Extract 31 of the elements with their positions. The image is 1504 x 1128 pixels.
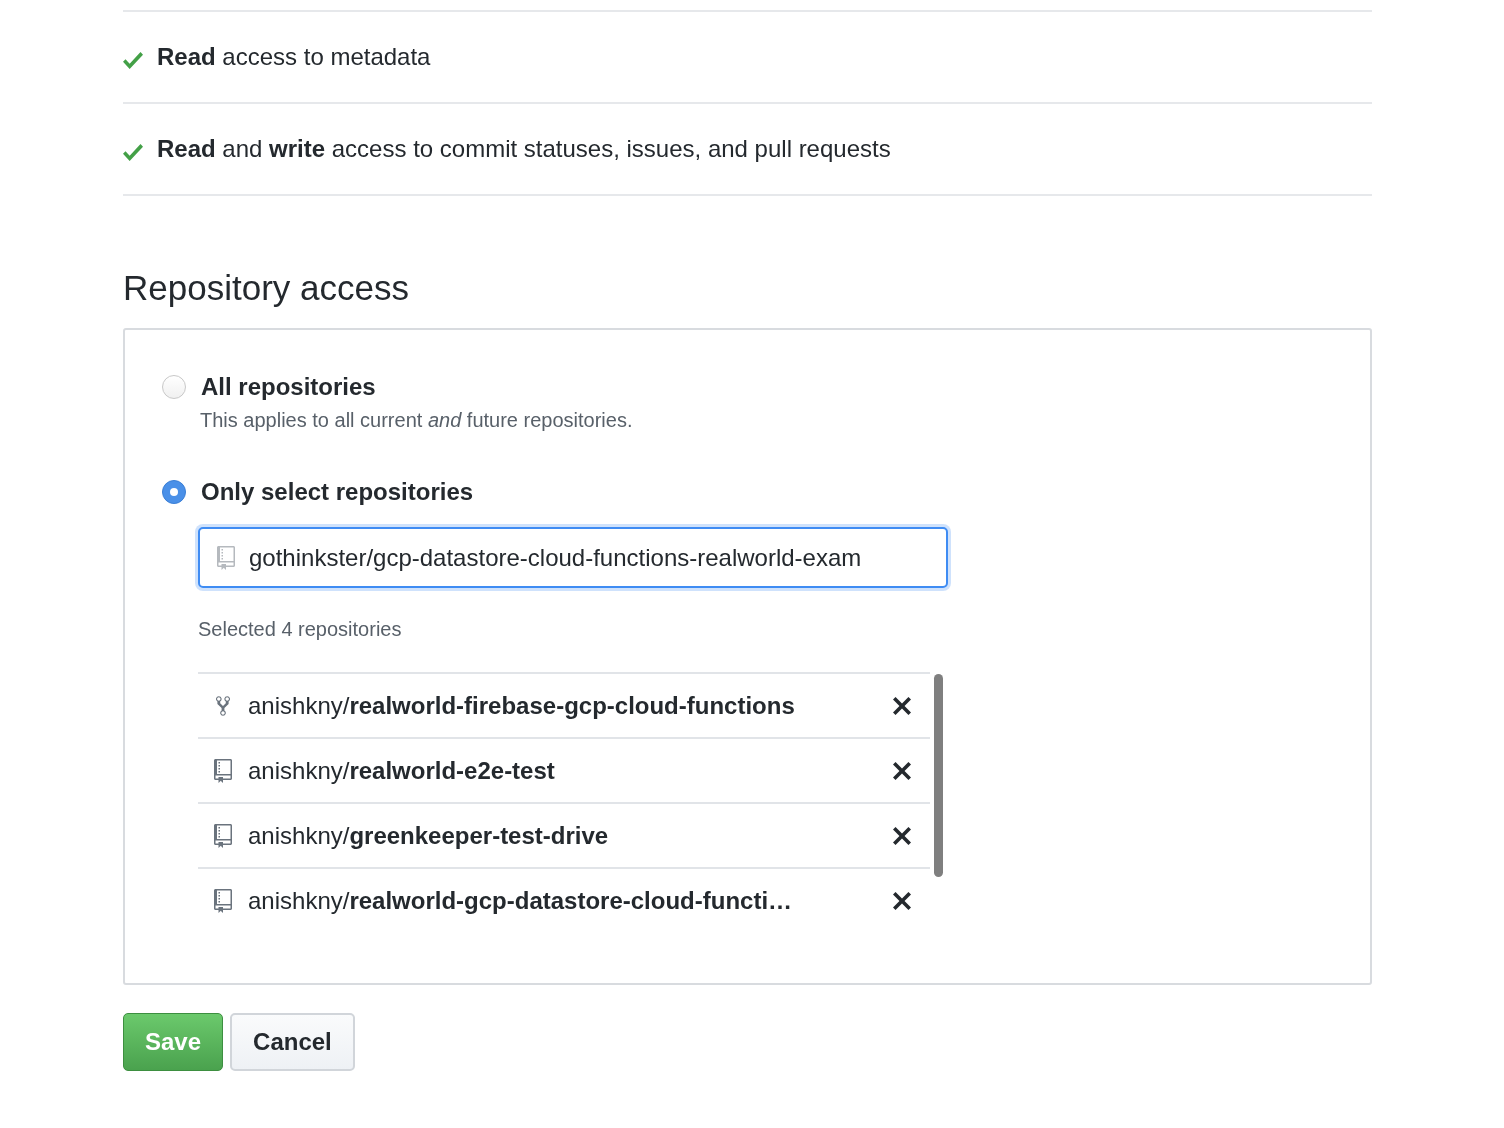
option-label[interactable]: All repositories: [201, 372, 376, 402]
close-icon: [893, 891, 911, 910]
repository-name: anishkny/greenkeeper-test-drive: [248, 820, 609, 851]
book-icon: [214, 758, 232, 783]
close-icon: [893, 826, 911, 845]
remove-button[interactable]: [891, 694, 913, 717]
book-icon: [214, 888, 232, 913]
permission-text: Read access to metadata: [157, 42, 431, 72]
cancel-button[interactable]: Cancel: [230, 1013, 355, 1071]
repository-name: anishkny/realworld-firebase-gcp-cloud-functions: [248, 690, 795, 721]
close-icon: [893, 761, 911, 780]
permission-text: Read and write access to commit statuses, issues, and pull requests: [157, 134, 891, 164]
check-icon: [123, 51, 143, 69]
selected-count: Selected 4 repositories: [198, 617, 402, 642]
book-icon: [217, 545, 235, 570]
option-label[interactable]: Only select repositories: [201, 477, 474, 507]
repository-name: anishkny/realworld-gcp-datastore-cloud-functi…: [248, 885, 793, 916]
check-icon: [123, 143, 143, 161]
radio-button[interactable]: [162, 480, 186, 504]
radio-button[interactable]: [162, 375, 186, 399]
repository-search-field[interactable]: gothinkster/gcp-datastore-cloud-functions-realworld-exam: [198, 527, 948, 588]
book-icon: [214, 823, 232, 848]
remove-button[interactable]: [891, 889, 913, 912]
option-description: This applies to all current and future repositories.: [200, 408, 633, 433]
section-heading: Repository access: [123, 268, 409, 308]
close-icon: [893, 696, 911, 715]
scrollbar[interactable]: [934, 674, 943, 877]
fork-icon: [216, 694, 230, 717]
remove-button[interactable]: [891, 824, 913, 847]
repository-name: anishkny/realworld-e2e-test: [248, 755, 555, 786]
remove-button[interactable]: [891, 759, 913, 782]
